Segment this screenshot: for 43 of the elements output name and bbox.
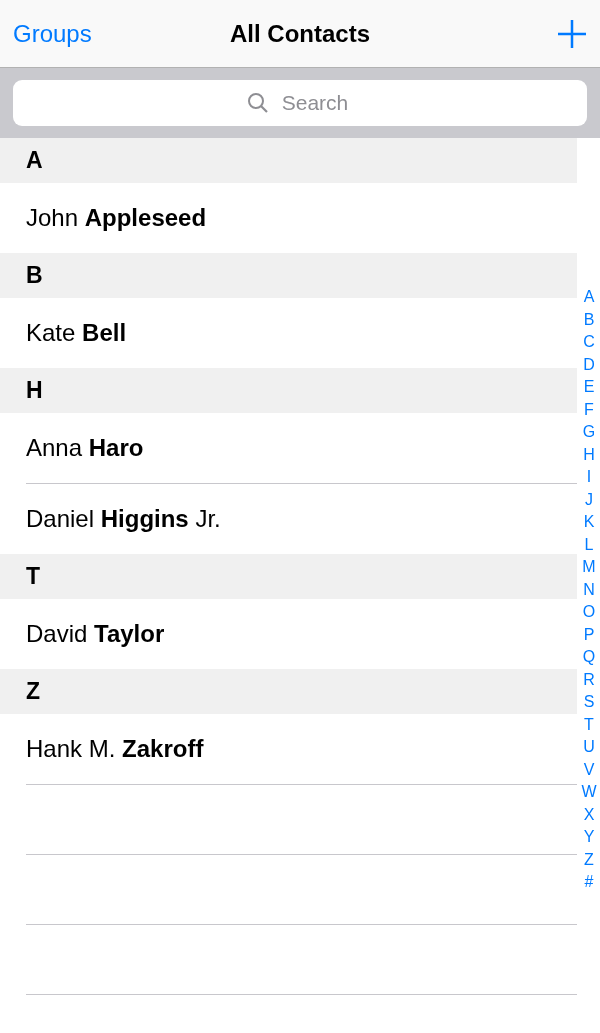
contact-name[interactable]: John Appleseed (26, 200, 207, 236)
index-letter[interactable]: S (583, 691, 595, 714)
groups-link[interactable]: Groups (13, 15, 133, 52)
contact-name[interactable]: Daniel Higgins Jr. (26, 501, 221, 537)
index-letter[interactable]: V (583, 758, 595, 781)
index-letter[interactable]: R (583, 668, 595, 691)
contact-name[interactable]: David Taylor (26, 616, 165, 652)
index-letter[interactable]: J (585, 488, 593, 511)
index-letter[interactable]: Q (582, 646, 596, 669)
index-letter[interactable]: Z (584, 848, 594, 871)
section-header: H (26, 376, 43, 406)
index-letter[interactable]: A (583, 286, 595, 309)
contact-name[interactable]: Kate Bell (26, 315, 127, 351)
index-letter[interactable]: T (584, 713, 594, 736)
index-letter[interactable]: W (581, 781, 597, 804)
contact-name[interactable]: Hank M. Zakroff (26, 731, 204, 767)
index-letter[interactable]: K (583, 511, 595, 534)
index-letter[interactable]: X (583, 803, 595, 826)
contact-name[interactable]: Anna Haro (26, 430, 144, 466)
index-letter[interactable]: E (583, 376, 595, 399)
index-letter[interactable]: N (583, 578, 595, 601)
add-icon[interactable] (557, 18, 587, 49)
index-letter[interactable]: L (584, 533, 594, 556)
search-field[interactable]: Search (13, 80, 587, 126)
index-letter[interactable]: F (584, 398, 594, 421)
section-header: Z (26, 677, 41, 707)
index-letter[interactable]: I (586, 466, 592, 489)
index-letter[interactable]: C (583, 331, 595, 354)
index-letter[interactable]: Y (583, 826, 595, 849)
index-letter[interactable]: B (583, 308, 595, 331)
index-letter[interactable]: O (582, 601, 596, 624)
index-letter[interactable]: P (583, 623, 595, 646)
index-letter[interactable]: # (584, 871, 594, 894)
index-letter[interactable]: H (583, 443, 595, 466)
index-letter[interactable]: D (583, 353, 595, 376)
index-letter[interactable]: G (582, 421, 596, 444)
nav-title: All Contacts (230, 18, 370, 49)
search-icon (247, 92, 269, 114)
section-header: T (26, 562, 41, 592)
section-header: B (26, 261, 43, 291)
index-letter[interactable]: M (582, 556, 596, 579)
index-letter[interactable]: U (583, 736, 595, 759)
section-header: A (26, 146, 43, 176)
